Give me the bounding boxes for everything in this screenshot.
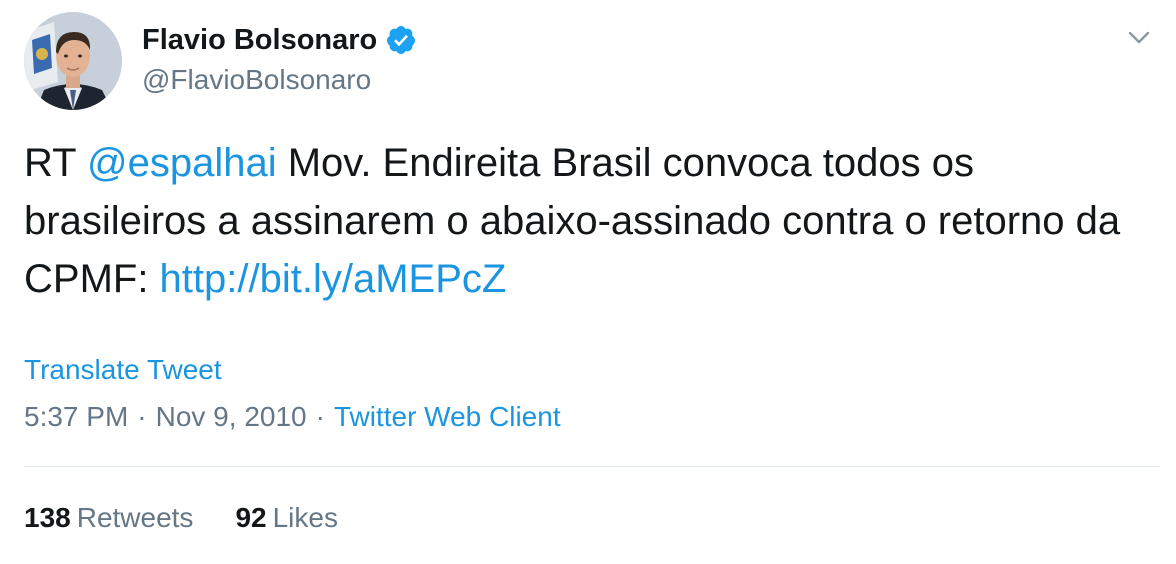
retweets-stat[interactable]: 138 Retweets: [24, 500, 193, 536]
mention-link[interactable]: @espalhai: [87, 141, 277, 185]
translate-tweet-link[interactable]: Translate Tweet: [24, 352, 222, 388]
tweet-meta: 5:37 PM · Nov 9, 2010 · Twitter Web Client: [24, 399, 561, 435]
tweet-text: RT @espalhai Mov. Endireita Brasil convo…: [24, 134, 1134, 308]
likes-count: 92: [235, 502, 267, 533]
author-display-name[interactable]: Flavio Bolsonaro: [142, 22, 377, 58]
tweet-stats: 138 Retweets 92 Likes: [24, 500, 338, 536]
retweets-label: Retweets: [76, 502, 194, 533]
tweet-date[interactable]: Nov 9, 2010: [156, 401, 307, 432]
avatar-image: [24, 12, 122, 110]
retweets-count: 138: [24, 502, 71, 533]
tweet-card: Flavio Bolsonaro @FlavioBolsonaro RT @es…: [0, 0, 1176, 564]
divider: [24, 466, 1160, 467]
chevron-down-icon[interactable]: [1124, 22, 1154, 52]
meta-separator: ·: [137, 401, 147, 432]
author-name-row: Flavio Bolsonaro: [142, 22, 417, 58]
likes-label: Likes: [272, 502, 338, 533]
tweet-time[interactable]: 5:37 PM: [24, 401, 128, 432]
url-link[interactable]: http://bit.ly/aMEPcZ: [160, 257, 507, 301]
meta-separator: ·: [315, 401, 325, 432]
verified-badge-icon: [385, 24, 417, 56]
retweet-prefix: RT: [24, 141, 87, 185]
tweet-source-link[interactable]: Twitter Web Client: [334, 401, 561, 432]
likes-stat[interactable]: 92 Likes: [235, 500, 338, 536]
author-handle[interactable]: @FlavioBolsonaro: [142, 62, 371, 98]
avatar[interactable]: [24, 12, 122, 110]
